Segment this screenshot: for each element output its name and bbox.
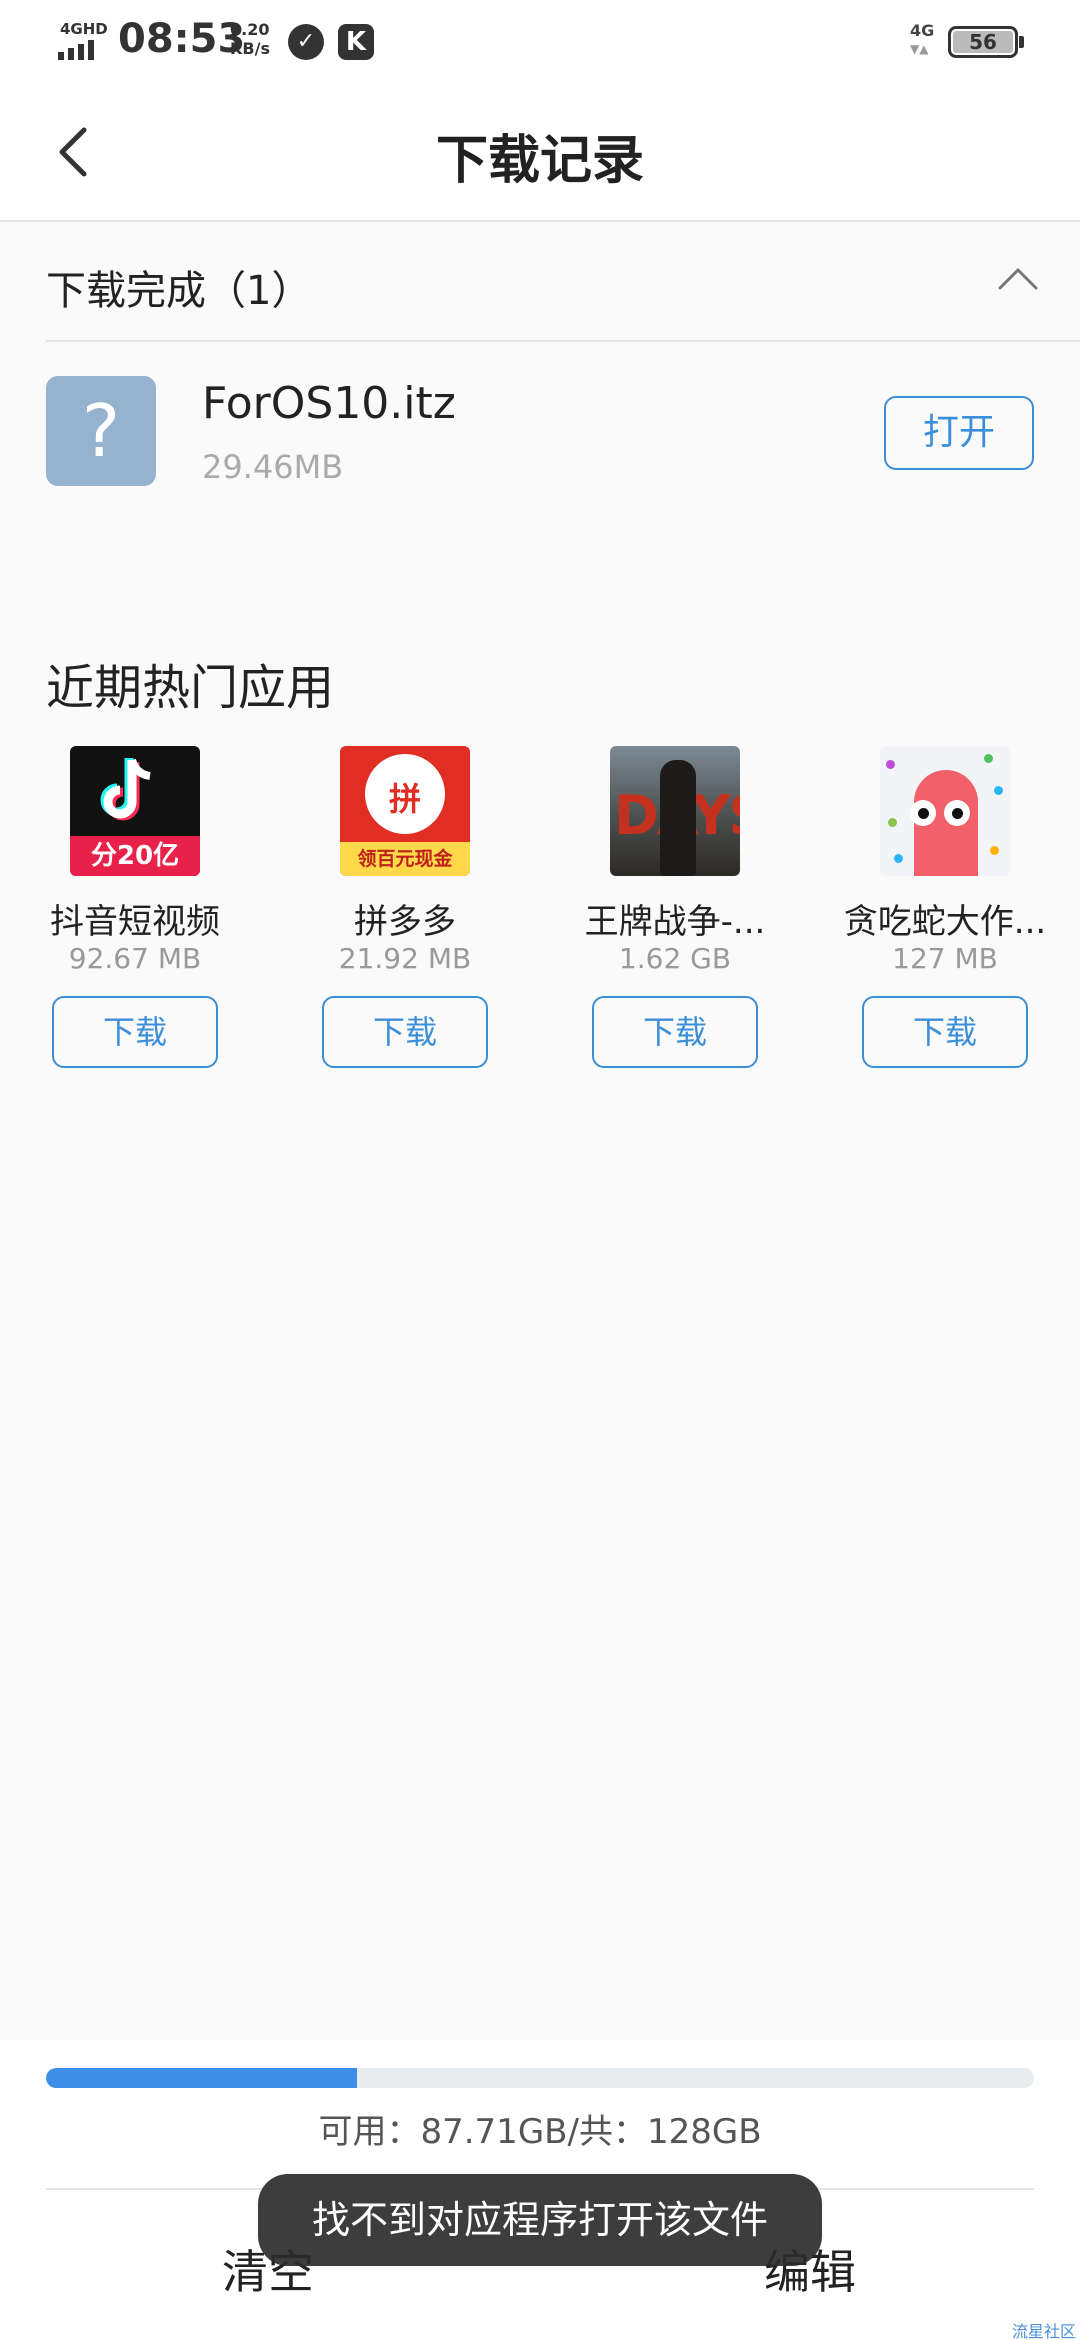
storage-progress-bar xyxy=(46,2068,1034,2088)
network-speed: 0.20 KB/s xyxy=(230,20,270,58)
speed-value: 0.20 xyxy=(230,20,270,39)
pinduoduo-glyph: 拼 xyxy=(388,780,421,818)
snake-eye xyxy=(910,800,936,826)
app-header: 下载记录 xyxy=(0,84,1080,222)
downloaded-section-title: 下载完成（1） xyxy=(46,268,312,314)
status-bar: 4GHD 08:53 0.20 KB/s ✓ K 4G ▼▲ 56 xyxy=(0,0,1080,84)
data-network-indicator: 4G ▼▲ xyxy=(910,22,934,58)
battery-icon: 56 xyxy=(948,26,1024,58)
app-size: 92.67 MB xyxy=(68,942,202,975)
unknown-file-icon: ? xyxy=(46,376,156,486)
storage-text: 可用：87.71GB/共：128GB xyxy=(318,2112,762,2152)
divider xyxy=(46,340,1080,342)
file-size: 29.46MB xyxy=(202,448,344,486)
check-circle-icon: ✓ xyxy=(288,24,324,60)
pinduoduo-app-icon: 拼 领百元现金 xyxy=(340,746,470,876)
downloaded-section-header[interactable]: 下载完成（1） xyxy=(0,222,1080,342)
soldier-figure xyxy=(660,760,696,876)
k-app-icon: K xyxy=(338,24,374,60)
app-item-snake-game[interactable]: 贪吃蛇大作... 127 MB 下载 xyxy=(810,744,1080,1074)
app-name: 拼多多 xyxy=(354,902,456,942)
snake-eye xyxy=(944,800,970,826)
page-title: 下载记录 xyxy=(435,131,644,191)
app-item-douyin[interactable]: 分20亿 抖音短视频 92.67 MB 下载 xyxy=(0,744,270,1074)
chevron-up-icon[interactable] xyxy=(996,264,1040,294)
app-name: 王牌战争-... xyxy=(584,902,766,942)
pinduoduo-icon-banner: 领百元现金 xyxy=(340,842,470,876)
network-type-right: 4G xyxy=(910,21,935,40)
storage-progress-fill xyxy=(46,2068,358,2088)
app-item-war-game[interactable]: DAYS 王牌战争-... 1.62 GB 下载 xyxy=(540,744,810,1074)
download-button[interactable]: 下载 xyxy=(862,996,1028,1068)
speed-unit: KB/s xyxy=(230,39,270,58)
app-size: 1.62 GB xyxy=(618,942,732,975)
hot-apps-title: 近期热门应用 xyxy=(46,660,335,716)
network-type: 4GHD xyxy=(60,20,108,38)
app-size: 127 MB xyxy=(892,942,998,975)
download-button[interactable]: 下载 xyxy=(52,996,218,1068)
watermark: 流星社区 xyxy=(1012,2322,1077,2340)
download-button[interactable]: 下载 xyxy=(592,996,758,1068)
douyin-app-icon: 分20亿 xyxy=(70,746,200,876)
toast-message: 找不到对应程序打开该文件 xyxy=(258,2174,822,2266)
snake-game-app-icon xyxy=(880,746,1010,876)
hot-apps-list: 分20亿 抖音短视频 92.67 MB 下载 拼 领百元现金 拼多多 21.92… xyxy=(0,744,1080,1084)
data-arrows-icon: ▼▲ xyxy=(910,42,929,56)
cellular-signal-icon: 4GHD xyxy=(58,20,108,60)
app-name: 抖音短视频 xyxy=(50,902,220,942)
douyin-icon-banner: 分20亿 xyxy=(70,836,200,876)
open-button[interactable]: 打开 xyxy=(884,396,1034,470)
war-game-app-icon: DAYS xyxy=(610,746,740,876)
app-item-pinduoduo[interactable]: 拼 领百元现金 拼多多 21.92 MB 下载 xyxy=(270,744,540,1074)
battery-level: 56 xyxy=(953,31,1013,53)
downloaded-file-row[interactable]: ? ForOS10.itz 29.46MB 打开 xyxy=(0,344,1080,504)
clock: 08:53 xyxy=(118,16,246,62)
download-button[interactable]: 下载 xyxy=(322,996,488,1068)
app-size: 21.92 MB xyxy=(338,942,472,975)
file-name: ForOS10.itz xyxy=(202,378,456,429)
app-name: 贪吃蛇大作... xyxy=(843,902,1047,942)
pinduoduo-emblem: 拼 xyxy=(365,754,445,834)
